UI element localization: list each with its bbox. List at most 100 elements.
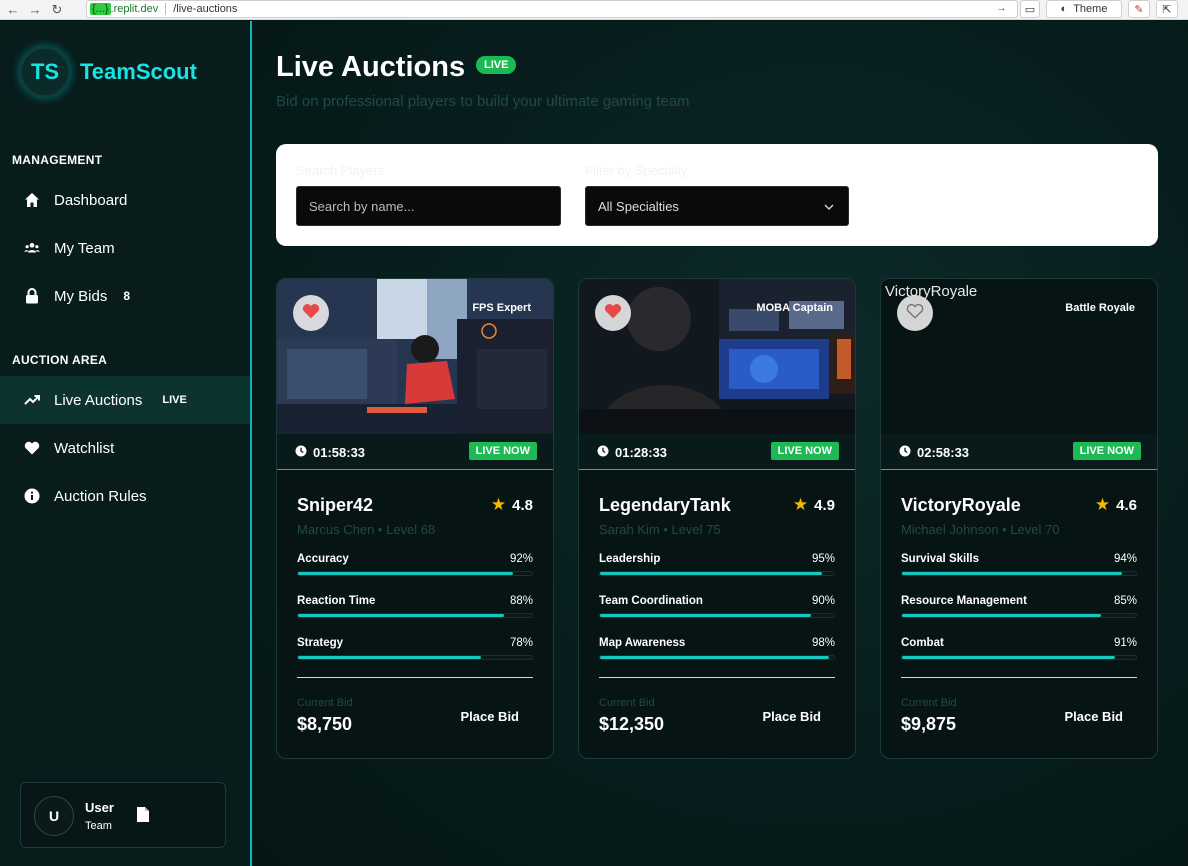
bids-count-badge: 8 xyxy=(123,289,131,303)
rating-value: 4.8 xyxy=(512,496,533,514)
specialty-badge: MOBA Captain xyxy=(756,302,833,314)
player-name: VictoryRoyale xyxy=(901,495,1021,515)
player-name: LegendaryTank xyxy=(599,495,731,515)
lock-icon xyxy=(24,288,40,304)
address-bar[interactable]: {...} .replit.dev /live-auctions → xyxy=(86,0,1018,18)
reload-icon[interactable]: ↻ xyxy=(48,2,66,18)
timer-text: 02:58:33 xyxy=(917,445,970,460)
favorite-button[interactable] xyxy=(595,295,631,331)
stat-bar xyxy=(599,571,835,576)
specialty-label: Filter by Specialty xyxy=(585,163,688,178)
stat-value: 95% xyxy=(811,553,835,565)
document-icon[interactable] xyxy=(136,806,150,828)
timer-bar: 01:58:33 LIVE NOW xyxy=(277,434,553,470)
heart-outline-icon xyxy=(906,303,924,324)
sidebar-item-label: My Bids xyxy=(54,287,108,305)
current-bid-label: Current Bid xyxy=(599,697,655,709)
brand-logo[interactable]: TS TeamScout xyxy=(20,47,197,97)
live-tag: LIVE xyxy=(162,394,187,406)
stat-bar-fill xyxy=(902,614,1101,617)
sidebar-item-my-bids[interactable]: My Bids 8 xyxy=(0,272,250,320)
stat-bar xyxy=(901,613,1137,618)
stat-bar xyxy=(599,655,835,660)
player-rating: ★ 4.9 xyxy=(793,495,835,515)
favorite-button[interactable] xyxy=(293,295,329,331)
palette-icon: ◐ xyxy=(1060,3,1068,15)
stat-bar xyxy=(901,655,1137,660)
stat-bar xyxy=(599,613,835,618)
stat-bar xyxy=(297,613,533,618)
heart-icon xyxy=(24,440,40,456)
url-separator xyxy=(165,3,167,15)
logo-mark: TS xyxy=(20,47,70,97)
stat-value: 92% xyxy=(509,553,533,565)
stat-label: Team Coordination xyxy=(599,595,703,607)
sidebar-item-my-team[interactable]: My Team xyxy=(0,224,250,272)
stat-label: Accuracy xyxy=(297,553,349,565)
stat-value: 91% xyxy=(1113,637,1137,649)
trend-icon xyxy=(24,392,40,408)
search-input[interactable] xyxy=(296,186,561,226)
player-subtitle: Marcus Chen • Level 68 xyxy=(297,522,436,537)
users-icon xyxy=(24,240,40,256)
stat-bar-fill xyxy=(600,572,823,575)
place-bid-button[interactable]: Place Bid xyxy=(762,709,821,724)
player-card[interactable]: FPS Expert 01:58:33 LIVE NOW Sniper42 ★ … xyxy=(276,278,554,759)
page-title: Live Auctions xyxy=(276,51,466,83)
specialty-select[interactable]: All Specialties xyxy=(585,186,849,226)
sidebar-item-label: Auction Rules xyxy=(54,487,147,505)
rating-value: 4.9 xyxy=(814,496,835,514)
url-badge: {...} xyxy=(90,3,111,15)
chevron-down-icon xyxy=(824,199,834,214)
back-icon[interactable]: ← xyxy=(4,2,22,17)
stat-label: Strategy xyxy=(297,637,344,649)
stat-label: Survival Skills xyxy=(901,553,979,565)
current-bid-value: $8,750 xyxy=(297,714,353,734)
stat-label: Leadership xyxy=(599,553,661,565)
stat-bar-fill xyxy=(902,572,1122,575)
heart-filled-icon xyxy=(604,303,622,324)
filter-panel: Search Players Filter by Specialty All S… xyxy=(276,144,1158,246)
monitor-icon[interactable]: ▭ xyxy=(1020,0,1040,18)
stat-value: 85% xyxy=(1113,595,1137,607)
player-card[interactable]: VictoryRoyale Battle Royale 02:58:33 LIV… xyxy=(880,278,1158,759)
main-content: Live Auctions LIVE Bid on professional p… xyxy=(254,21,1188,866)
sidebar-item-watchlist[interactable]: Watchlist xyxy=(0,424,250,472)
url-host: .replit.dev xyxy=(110,3,159,15)
open-external-icon[interactable]: ⇱ xyxy=(1156,0,1178,18)
theme-button[interactable]: ◐ Theme xyxy=(1046,0,1122,18)
place-bid-button[interactable]: Place Bid xyxy=(1064,709,1123,724)
player-card[interactable]: MOBA Captain 01:28:33 LIVE NOW Legendary… xyxy=(578,278,856,759)
sidebar-item-live-auctions[interactable]: Live Auctions LIVE xyxy=(0,376,250,424)
go-arrow-icon[interactable]: → xyxy=(996,2,1007,14)
place-bid-button[interactable]: Place Bid xyxy=(460,709,519,724)
extension-icon[interactable]: ✎ xyxy=(1128,0,1150,18)
home-icon xyxy=(24,192,40,208)
live-now-badge: LIVE NOW xyxy=(1072,442,1141,460)
management-section-label: MANAGEMENT xyxy=(12,153,103,167)
sidebar-item-auction-rules[interactable]: Auction Rules xyxy=(0,472,250,520)
star-icon: ★ xyxy=(490,495,507,514)
player-subtitle: Sarah Kim • Level 75 xyxy=(599,522,721,537)
divider xyxy=(297,677,533,678)
stat-label: Combat xyxy=(901,637,944,649)
stat-value: 90% xyxy=(811,595,835,607)
timer-bar: 01:28:33 LIVE NOW xyxy=(579,434,855,470)
rating-value: 4.6 xyxy=(1116,496,1137,514)
search-label: Search Players xyxy=(296,163,385,178)
sidebar-item-dashboard[interactable]: Dashboard xyxy=(0,176,250,224)
specialty-badge: Battle Royale xyxy=(1065,302,1135,314)
live-badge: LIVE xyxy=(476,56,517,74)
countdown-timer: 02:58:33 xyxy=(899,445,969,460)
forward-icon[interactable]: → xyxy=(26,2,44,17)
stat-label: Reaction Time xyxy=(297,595,376,607)
user-name: User xyxy=(85,800,114,815)
browser-toolbar: ← → ↻ {...} .replit.dev /live-auctions →… xyxy=(0,0,1188,20)
countdown-timer: 01:28:33 xyxy=(597,445,667,460)
user-profile-card[interactable]: U User Team xyxy=(20,782,226,848)
stat-bar xyxy=(297,571,533,576)
stat-bar-fill xyxy=(298,614,504,617)
heart-filled-icon xyxy=(302,303,320,324)
favorite-button[interactable] xyxy=(897,295,933,331)
timer-text: 01:28:33 xyxy=(615,445,668,460)
